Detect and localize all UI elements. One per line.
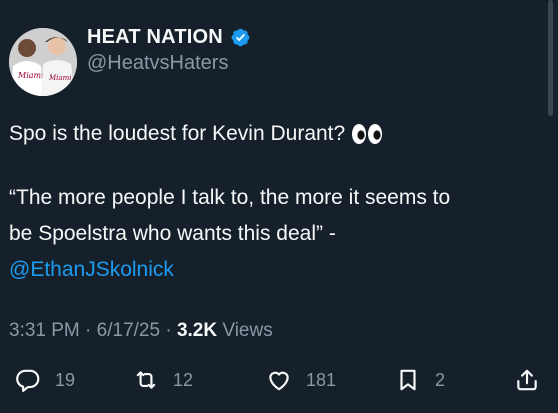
author-name-row: HEAT NATION — [87, 26, 251, 49]
reply-icon — [16, 369, 40, 392]
tweet-body: Spo is the loudest for Kevin Durant? “Th… — [9, 116, 529, 288]
eyes-emoji-icon — [351, 123, 383, 145]
meta-separator-1: · — [85, 320, 92, 341]
tweet-meta: 3:31 PM · 6/17/25 · 3.2K Views — [9, 320, 273, 342]
meta-separator-2: · — [165, 320, 172, 341]
tweet-date[interactable]: 6/17/25 — [97, 320, 160, 341]
bookmark-icon — [400, 369, 416, 391]
avatar-image: Miami Miami — [9, 28, 77, 96]
scrollbar[interactable] — [548, 0, 553, 116]
repost-button[interactable]: 12 — [133, 360, 193, 400]
bookmark-button[interactable]: 2 — [395, 360, 445, 400]
quote-line-1: “The more people I talk to, the more it … — [9, 186, 451, 209]
mention-link[interactable]: @EthanJSkolnick — [9, 252, 529, 288]
author-handle[interactable]: @HeatvsHaters — [87, 52, 228, 75]
share-icon — [517, 369, 537, 391]
views-label: Views — [222, 320, 273, 341]
repost-icon — [136, 371, 156, 389]
tweet: Miami Miami HEAT NATION @HeatvsHaters Sp… — [0, 0, 558, 413]
author-display-name[interactable]: HEAT NATION — [87, 26, 223, 49]
heart-icon — [269, 371, 289, 391]
quote-line-2: be Spoelstra who wants this deal” - — [9, 222, 336, 245]
verified-badge-icon[interactable] — [230, 27, 251, 48]
views-count[interactable]: 3.2K — [177, 320, 217, 341]
like-button[interactable]: 181 — [266, 360, 336, 400]
author-avatar[interactable]: Miami Miami — [9, 28, 77, 96]
like-count: 181 — [306, 369, 337, 390]
reply-count: 19 — [55, 369, 76, 390]
tweet-line-1: Spo is the loudest for Kevin Durant? — [9, 116, 529, 152]
svg-text:Miami: Miami — [48, 74, 71, 82]
bookmark-count: 2 — [435, 369, 446, 390]
tweet-text-line-1: Spo is the loudest for Kevin Durant? — [9, 122, 346, 145]
action-bar: 19 12 181 2 — [0, 360, 558, 400]
svg-text:Miami: Miami — [17, 71, 44, 80]
tweet-time[interactable]: 3:31 PM — [9, 320, 80, 341]
share-button[interactable] — [514, 360, 540, 400]
reply-button[interactable]: 19 — [15, 360, 75, 400]
repost-count: 12 — [173, 369, 194, 390]
